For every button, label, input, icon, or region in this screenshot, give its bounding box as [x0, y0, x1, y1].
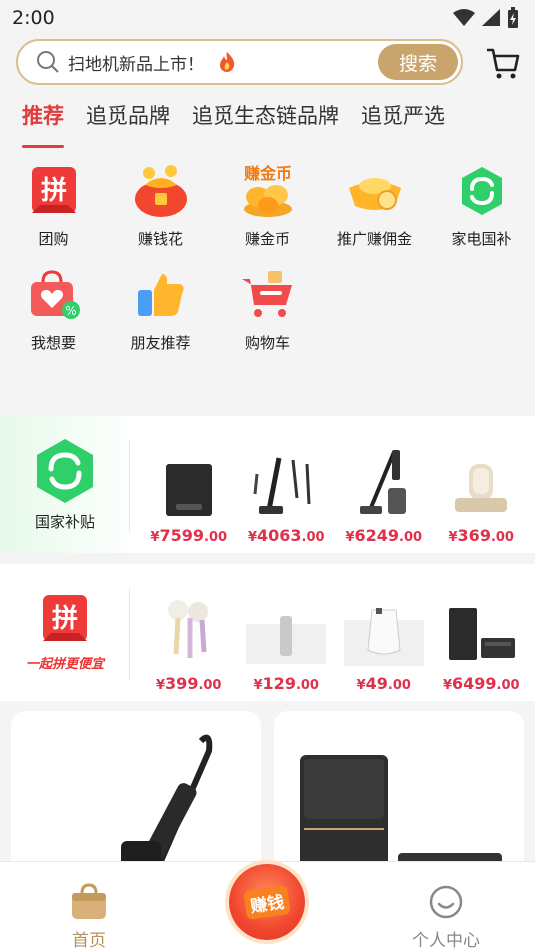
nav-earn-label: 赚钱 [243, 884, 291, 920]
product-price: ¥129.00 [253, 674, 319, 693]
cart-icon [241, 271, 292, 317]
grid-label: 推广赚佣金 [336, 230, 412, 248]
svg-text:%: % [65, 304, 76, 318]
product-price: ¥6499.00 [442, 674, 520, 693]
detergent-pouch-image [343, 608, 424, 666]
money-bag-icon [134, 165, 187, 217]
subsidy-icon [37, 439, 93, 503]
product-price: ¥369.00 [448, 526, 514, 545]
thumbs-up-icon [137, 274, 184, 316]
product-item[interactable]: ¥4063.00 [238, 416, 336, 553]
divider [129, 440, 130, 532]
wifi-icon [453, 9, 475, 26]
search-input[interactable]: 扫地机新品上市！ [68, 50, 204, 75]
status-bar: 2:00 [0, 0, 535, 36]
pin-icon: 拼 [31, 167, 76, 213]
svg-text:拼: 拼 [40, 176, 66, 206]
product-item[interactable]: ¥399.00 [140, 564, 238, 701]
subsidy-panel-header[interactable]: 国家补贴 [0, 416, 130, 553]
grid-label: 我想要 [30, 334, 76, 352]
svg-text:赚金币: 赚金币 [242, 164, 291, 183]
search-bar[interactable]: 扫地机新品上市！ 搜索 [16, 39, 463, 85]
search-row: 扫地机新品上市！ 搜索 [16, 38, 521, 86]
grid-item-wishlist[interactable]: % 我想要 [0, 266, 107, 370]
product-price: ¥399.00 [156, 674, 222, 693]
svg-text:拼: 拼 [52, 604, 78, 634]
national-subsidy-panel[interactable]: 国家补贴 ¥7599.00 ¥4063.00 ¥6249.00 ¥369.00 [0, 416, 535, 553]
robot-vacuum-base-image [165, 464, 212, 516]
nav-home[interactable]: 首页 [29, 862, 149, 951]
signal-icon [482, 9, 500, 26]
filter-cartridge-image [246, 616, 327, 664]
grid-item-earn-spend[interactable]: 赚钱花 [107, 162, 214, 266]
product-item[interactable]: ¥129.00 [238, 564, 336, 701]
function-grid: 拼 团购 赚钱花 赚金币 赚金币 推广赚佣金 家电国补 % 我想要 朋友推荐 购… [0, 162, 535, 370]
group-buy-panel[interactable]: 拼 一起拼更便宜 ¥399.00 ¥129.00 ¥49.00 ¥6499.00 [0, 564, 535, 701]
nav-profile-label: 个人中心 [412, 931, 480, 951]
group-buy-slogan: 一起拼更便宜 [25, 657, 104, 672]
product-feed [11, 711, 525, 891]
system-icons [453, 7, 519, 29]
divider [129, 588, 130, 680]
gold-coin-icon: 赚金币 [242, 164, 292, 217]
grid-label: 购物车 [244, 334, 290, 352]
product-item[interactable]: ¥49.00 [335, 564, 433, 701]
product-item[interactable]: ¥369.00 [433, 416, 531, 553]
tab-selection[interactable]: 追觅严选 [361, 100, 445, 148]
wishlist-bag-icon: % [30, 270, 80, 319]
grid-label: 赚钱花 [137, 230, 183, 248]
group-buy-product-list: ¥399.00 ¥129.00 ¥49.00 ¥6499.00 [140, 564, 530, 701]
nav-home-label: 首页 [72, 931, 106, 951]
product-price: ¥4063.00 [247, 526, 325, 545]
tab-dreame-brand[interactable]: 追觅品牌 [86, 100, 170, 148]
product-item[interactable]: ¥7599.00 [140, 416, 238, 553]
product-price: ¥7599.00 [150, 526, 228, 545]
subsidy-icon [461, 167, 502, 215]
nav-earn-button[interactable]: 赚钱 [229, 864, 305, 940]
grid-label: 家电国补 [451, 230, 512, 248]
product-item[interactable]: ¥6249.00 [335, 416, 433, 553]
wet-dry-vacuum-image [253, 457, 311, 514]
search-button[interactable]: 搜索 [378, 44, 458, 80]
subsidy-product-list: ¥7599.00 ¥4063.00 ¥6249.00 ¥369.00 [140, 416, 530, 553]
grid-item-earn-coins[interactable]: 赚金币 赚金币 [214, 162, 321, 266]
subsidy-label: 国家补贴 [34, 513, 95, 531]
grid-item-appliance-subsidy[interactable]: 家电国补 [428, 162, 535, 266]
grid-label: 团购 [38, 230, 69, 248]
grid-label: 赚金币 [244, 230, 290, 248]
grid-item-group-buy[interactable]: 拼 团购 [0, 162, 107, 266]
battery-icon [508, 7, 518, 28]
product-item[interactable]: ¥6499.00 [433, 564, 531, 701]
tab-ecosystem-brand[interactable]: 追觅生态链品牌 [192, 100, 339, 148]
flame-icon [220, 52, 235, 72]
gold-ingot-icon [348, 178, 401, 210]
status-time: 2:00 [12, 7, 55, 29]
product-price: ¥6249.00 [345, 526, 423, 545]
cart-icon[interactable] [485, 46, 521, 80]
category-tabs: 推荐 追觅品牌 追觅生态链品牌 追觅严选 [22, 100, 445, 148]
grid-item-shopping-cart[interactable]: 购物车 [214, 266, 321, 370]
home-bag-icon [72, 883, 106, 919]
search-icon [37, 51, 59, 73]
tab-recommend[interactable]: 推荐 [22, 100, 64, 148]
product-price: ¥49.00 [356, 674, 411, 693]
grid-item-friend-recommend[interactable]: 朋友推荐 [107, 266, 214, 370]
pin-icon: 拼 [43, 595, 87, 641]
grid-label: 朋友推荐 [130, 334, 191, 352]
robot-vacuum-station-image [449, 608, 516, 660]
group-buy-panel-header[interactable]: 拼 一起拼更便宜 [0, 564, 130, 701]
stick-vacuum-image [359, 450, 406, 514]
mite-remover-image [455, 464, 508, 512]
smiley-icon [429, 885, 463, 919]
hair-dryer-image [167, 600, 208, 658]
grid-item-promote-commission[interactable]: 推广赚佣金 [321, 162, 428, 266]
nav-profile[interactable]: 个人中心 [386, 862, 506, 951]
